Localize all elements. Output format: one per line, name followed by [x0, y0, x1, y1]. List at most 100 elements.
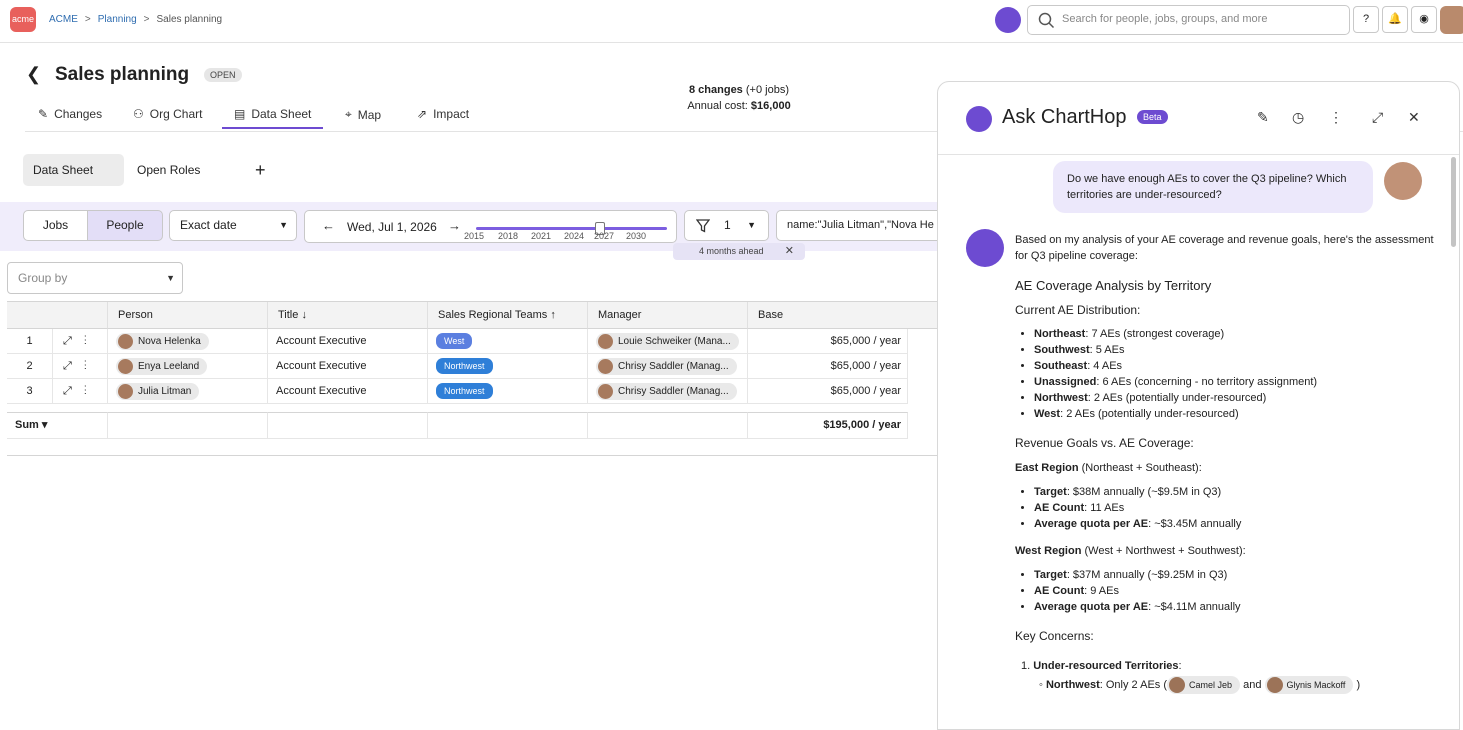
manager-name: Chrisy Saddler (Manag... — [618, 386, 729, 397]
concern-item: 1. Under-resourced Territories: — [1021, 660, 1182, 672]
list-item: AE Count: 11 AEs — [1034, 500, 1435, 516]
person-name: Julia Litman — [138, 386, 192, 397]
team-cell[interactable]: Northwest — [428, 379, 588, 404]
row-actions[interactable]: ⤢ ⋮ — [53, 354, 108, 379]
tab-impact[interactable]: ⇗ Impact — [417, 107, 469, 121]
year-tick: 2015 — [464, 231, 485, 241]
tab-map[interactable]: ⌖ Map — [345, 107, 381, 122]
more-vertical-icon[interactable]: ⋮ — [84, 335, 87, 347]
avatar — [118, 334, 133, 349]
column-header-title[interactable]: Title ↓ — [268, 302, 428, 329]
column-header-person[interactable]: Person — [108, 302, 268, 329]
tab-data-sheet[interactable]: ▤ Data Sheet — [222, 107, 324, 129]
expand-icon[interactable]: ⤢ — [1372, 109, 1383, 126]
manager-chip[interactable]: Louie Schweiker (Mana... — [596, 333, 739, 350]
org-chart-icon: ⚇ — [133, 107, 144, 121]
row-actions[interactable]: ⤢ ⋮ — [53, 329, 108, 354]
new-chat-icon[interactable]: ✎ — [1257, 109, 1269, 126]
prev-date-arrow-icon[interactable]: ← — [322, 218, 335, 233]
ai-assistant-button[interactable] — [995, 7, 1021, 33]
more-vertical-icon[interactable]: ⋮ — [84, 385, 87, 397]
panel-scrollbar[interactable] — [1451, 157, 1456, 247]
base-cell[interactable]: $65,000 / year — [748, 329, 908, 354]
caret-down-icon: ▼ — [747, 220, 756, 230]
date-slider[interactable] — [476, 227, 667, 230]
charthop-ai-icon — [966, 106, 992, 132]
sum-dropdown[interactable]: Sum ▾ — [7, 412, 108, 439]
team-cell[interactable]: West — [428, 329, 588, 354]
tab-changes[interactable]: ✎ Changes — [38, 107, 102, 121]
query-input[interactable]: name:"Julia Litman","Nova He — [776, 210, 940, 241]
more-vertical-icon[interactable]: ⋮ — [1329, 109, 1343, 126]
list-item: West: 2 AEs (potentially under-resourced… — [1034, 406, 1435, 422]
help-button[interactable]: ? — [1353, 6, 1379, 33]
months-ahead-label: 4 months ahead — [699, 246, 764, 256]
people-toggle[interactable]: People — [87, 210, 163, 241]
column-header-sales-regional-teams[interactable]: Sales Regional Teams ↑ — [428, 302, 588, 329]
breadcrumb-current: Sales planning — [156, 14, 223, 25]
row-actions[interactable]: ⤢ ⋮ — [53, 379, 108, 404]
preview-button[interactable]: ◉ — [1411, 6, 1437, 33]
answer-intro: Based on my analysis of your AE coverage… — [1015, 234, 1434, 262]
manager-cell[interactable]: Chrisy Saddler (Manag... — [588, 379, 748, 404]
search-input[interactable]: Search for people, jobs, groups, and mor… — [1027, 5, 1350, 35]
avatar — [598, 384, 613, 399]
manager-cell[interactable]: Louie Schweiker (Mana... — [588, 329, 748, 354]
history-icon[interactable]: ◷ — [1292, 109, 1304, 126]
tab-label: Map — [357, 107, 382, 122]
base-cell[interactable]: $65,000 / year — [748, 354, 908, 379]
filter-count: 1 — [724, 218, 731, 232]
close-icon[interactable]: ✕ — [785, 243, 794, 260]
person-chip[interactable]: Julia Litman — [116, 383, 200, 400]
sheet-tab-open-roles[interactable]: Open Roles — [127, 154, 210, 186]
tab-org-chart[interactable]: ⚇ Org Chart — [133, 107, 202, 121]
person-chip[interactable]: Glynis Mackoff — [1264, 676, 1354, 694]
date-mode-select[interactable]: Exact date ▼ — [169, 210, 297, 241]
person-cell[interactable]: Julia Litman — [108, 379, 268, 404]
column-header-base[interactable]: Base — [748, 302, 940, 329]
team-badge: West — [436, 333, 473, 349]
manager-chip[interactable]: Chrisy Saddler (Manag... — [596, 358, 737, 375]
list-item: Southwest: 5 AEs — [1034, 342, 1435, 358]
list-item: Target: $37M annually (~$9.25M in Q3) — [1034, 567, 1435, 583]
jobs-toggle[interactable]: Jobs — [23, 210, 88, 241]
manager-chip[interactable]: Chrisy Saddler (Manag... — [596, 383, 737, 400]
column-header-manager[interactable]: Manager — [588, 302, 748, 329]
add-sheet-button[interactable]: + — [245, 154, 276, 186]
breadcrumb-acme[interactable]: ACME — [49, 14, 78, 25]
manager-cell[interactable]: Chrisy Saddler (Manag... — [588, 354, 748, 379]
title-cell[interactable]: Account Executive — [268, 329, 428, 354]
filter-count-button[interactable]: 1 ▼ — [684, 210, 769, 241]
team-cell[interactable]: Northwest — [428, 354, 588, 379]
group-by-select[interactable]: Group by ▼ — [7, 262, 183, 294]
tab-label: Changes — [54, 107, 103, 121]
base-cell[interactable]: $65,000 / year — [748, 379, 908, 404]
person-chip[interactable]: Nova Helenka — [116, 333, 209, 350]
notifications-button[interactable]: 🔔 — [1382, 6, 1408, 33]
person-name: Enya Leeland — [138, 361, 200, 372]
west-region: West Region (West + Northwest + Southwes… — [1015, 545, 1246, 557]
expand-icon[interactable]: ⤢ — [63, 385, 72, 397]
breadcrumb-planning[interactable]: Planning — [98, 14, 137, 25]
current-date[interactable]: Wed, Jul 1, 2026 — [347, 220, 437, 234]
sum-cell — [428, 412, 588, 439]
person-cell[interactable]: Enya Leeland — [108, 354, 268, 379]
sheet-tab-data-sheet[interactable]: Data Sheet — [23, 154, 124, 186]
title-cell[interactable]: Account Executive — [268, 379, 428, 404]
avatar — [598, 334, 613, 349]
distribution-list: Northeast: 7 AEs (strongest coverage) So… — [1034, 326, 1435, 422]
person-chip[interactable]: Enya Leeland — [116, 358, 208, 375]
person-chip[interactable]: Camel Jeb — [1167, 676, 1241, 694]
more-vertical-icon[interactable]: ⋮ — [84, 360, 87, 372]
user-avatar[interactable] — [1440, 6, 1463, 34]
expand-icon[interactable]: ⤢ — [63, 360, 72, 372]
list-item: Northeast: 7 AEs (strongest coverage) — [1034, 326, 1435, 342]
back-arrow-icon[interactable]: ❮ — [26, 64, 41, 85]
acme-logo[interactable]: acme — [10, 7, 36, 32]
close-panel-icon[interactable]: ✕ — [1408, 109, 1420, 126]
sum-cell — [108, 412, 268, 439]
person-cell[interactable]: Nova Helenka — [108, 329, 268, 354]
next-date-arrow-icon[interactable]: → — [448, 218, 461, 233]
title-cell[interactable]: Account Executive — [268, 354, 428, 379]
expand-icon[interactable]: ⤢ — [63, 335, 72, 347]
